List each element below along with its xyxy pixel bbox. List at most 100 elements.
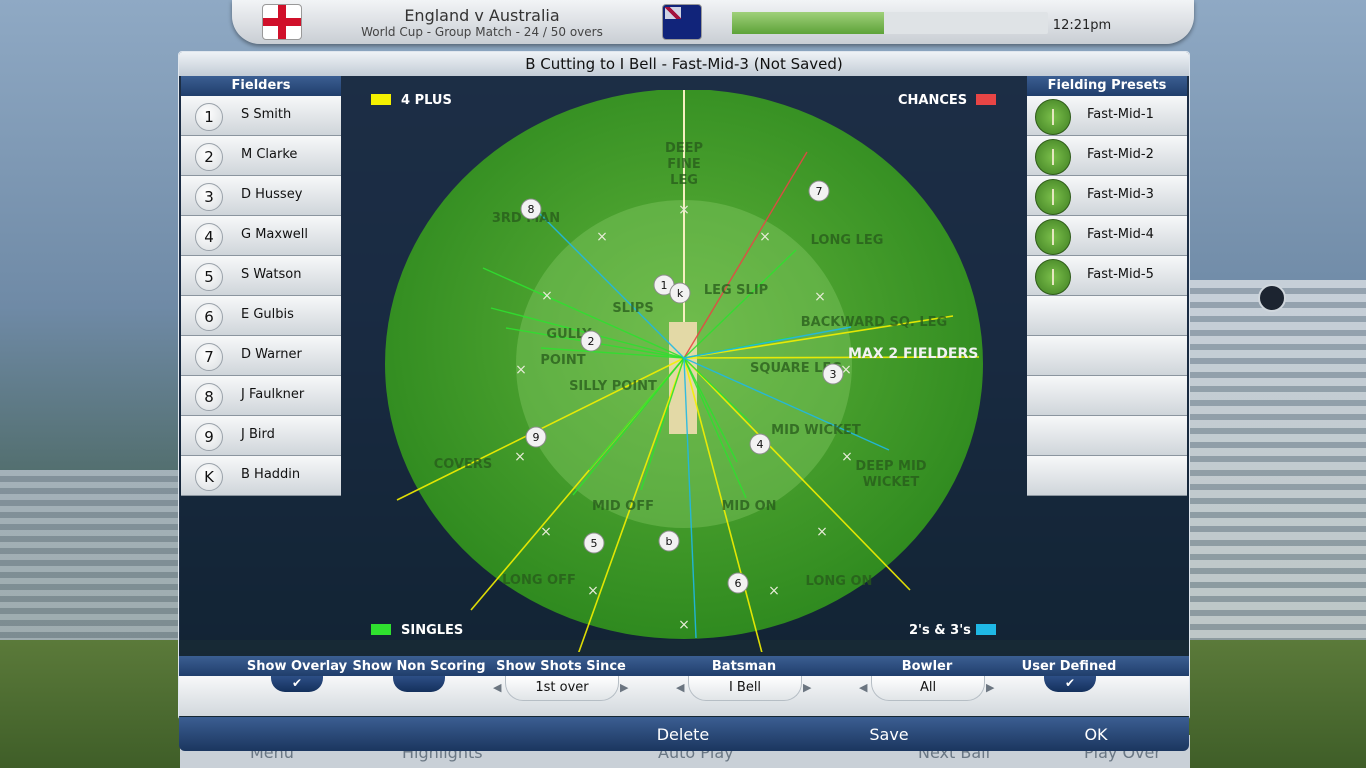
fielder-name: B Haddin	[241, 467, 301, 482]
position-mark: ×	[678, 617, 690, 633]
position-mark: ×	[814, 289, 826, 305]
chevron-right-icon[interactable]: ▶	[803, 681, 811, 694]
field-preset-icon	[1035, 179, 1071, 215]
field-label: MID OFF	[592, 499, 654, 514]
preset-empty-slot[interactable]	[1027, 456, 1187, 496]
fielders-heading: Fielders	[181, 76, 341, 96]
fielder-name: E Gulbis	[241, 307, 294, 322]
fielder-marker[interactable]: 2	[580, 330, 602, 352]
position-mark: ×	[678, 202, 690, 218]
preset-row[interactable]: Fast-Mid-1	[1027, 96, 1187, 136]
batsman-label: Batsman	[711, 659, 777, 674]
stadium-stand-right	[1190, 280, 1366, 640]
preset-empty-slot[interactable]	[1027, 416, 1187, 456]
fielder-marker[interactable]: 7	[808, 180, 830, 202]
fielder-number: 3	[195, 183, 223, 211]
field-label: LEG	[670, 173, 698, 188]
fielder-row[interactable]: 3 D Hussey	[181, 176, 341, 216]
fielder-marker-label: b	[666, 535, 673, 548]
fielder-row[interactable]: K B Haddin	[181, 456, 341, 496]
user-defined-toggle[interactable]: ✔	[1044, 676, 1096, 692]
show-non-scoring-toggle[interactable]	[393, 676, 445, 692]
position-mark: ×	[759, 229, 771, 245]
field-label: COVERS	[434, 457, 493, 472]
fielder-row[interactable]: 7 D Warner	[181, 336, 341, 376]
preset-name: Fast-Mid-1	[1087, 107, 1154, 122]
field-label: DEEP	[665, 141, 703, 156]
field-label: DEEP MID	[855, 459, 926, 474]
preset-row[interactable]: Fast-Mid-5	[1027, 256, 1187, 296]
preset-row[interactable]: Fast-Mid-3	[1027, 176, 1187, 216]
fielder-marker[interactable]: 4	[749, 433, 771, 455]
field-label: LONG ON	[806, 574, 873, 589]
fielder-marker-label: 6	[735, 577, 742, 590]
field-setting-dialog: B Cutting to I Bell - Fast-Mid-3 (Not Sa…	[178, 51, 1190, 751]
fielder-number: 6	[195, 303, 223, 331]
field-label: MID WICKET	[771, 423, 861, 438]
preset-row[interactable]: Fast-Mid-4	[1027, 216, 1187, 256]
fielder-name: D Warner	[241, 347, 302, 362]
fielder-row[interactable]: 8 J Faulkner	[181, 376, 341, 416]
stadium-clock-icon	[1258, 284, 1286, 312]
preset-name: Fast-Mid-3	[1087, 187, 1154, 202]
max-fielders-label: MAX 2 FIELDERS	[848, 346, 978, 362]
fielder-name: J Bird	[241, 427, 275, 442]
chevron-left-icon[interactable]: ◀	[493, 681, 501, 694]
chevron-right-icon[interactable]: ▶	[986, 681, 994, 694]
chevron-right-icon[interactable]: ▶	[620, 681, 628, 694]
fielder-row[interactable]: 6 E Gulbis	[181, 296, 341, 336]
cricket-field[interactable]: DEEPFINELEG3RD MANLONG LEGLEG SLIPSLIPSG…	[341, 90, 1027, 652]
fielder-row[interactable]: 1 S Smith	[181, 96, 341, 136]
fielder-row[interactable]: 5 S Watson	[181, 256, 341, 296]
field-preset-icon	[1035, 219, 1071, 255]
match-clock: 12:21pm	[1052, 18, 1112, 33]
preset-name: Fast-Mid-4	[1087, 227, 1154, 242]
fielder-marker-label: 7	[816, 185, 823, 198]
fielder-marker[interactable]: b	[658, 530, 680, 552]
delete-button[interactable]: Delete	[623, 725, 743, 744]
bowler-label: Bowler	[901, 659, 953, 674]
controls-header: Show Overlay Show Non Scoring Show Shots…	[179, 656, 1189, 676]
field-label: LEG SLIP	[704, 283, 768, 298]
bowler-selector[interactable]: ◀ All ▶	[859, 676, 995, 701]
chevron-left-icon[interactable]: ◀	[676, 681, 684, 694]
dialog-title: B Cutting to I Bell - Fast-Mid-3 (Not Sa…	[179, 52, 1189, 76]
fielder-marker[interactable]: 8	[520, 198, 542, 220]
preset-empty-slot[interactable]	[1027, 376, 1187, 416]
fielder-marker[interactable]: 5	[583, 532, 605, 554]
fielder-marker[interactable]: 3	[822, 363, 844, 385]
match-subtitle: World Cup - Group Match - 24 / 50 overs	[361, 25, 603, 39]
fielder-marker[interactable]: 9	[525, 426, 547, 448]
fielder-row[interactable]: 2 M Clarke	[181, 136, 341, 176]
fielder-name: D Hussey	[241, 187, 303, 202]
fielder-marker[interactable]: 6	[727, 572, 749, 594]
fielder-marker-label: 8	[528, 203, 535, 216]
fielder-marker-label: 3	[830, 368, 837, 381]
preset-empty-slot[interactable]	[1027, 296, 1187, 336]
chevron-left-icon[interactable]: ◀	[859, 681, 867, 694]
fielder-row[interactable]: 9 J Bird	[181, 416, 341, 456]
field-label: BACKWARD SQ. LEG	[801, 315, 947, 330]
fielder-number: 8	[195, 383, 223, 411]
preset-empty-slot[interactable]	[1027, 336, 1187, 376]
shots-since-selector[interactable]: ◀ 1st over ▶	[493, 676, 629, 701]
fielder-row[interactable]: 4 G Maxwell	[181, 216, 341, 256]
position-mark: ×	[540, 524, 552, 540]
position-mark: ×	[587, 583, 599, 599]
field-label: SLIPS	[612, 301, 653, 316]
show-overlay-toggle[interactable]: ✔	[271, 676, 323, 692]
field-preset-icon	[1035, 259, 1071, 295]
show-overlay-label: Show Overlay	[246, 659, 348, 674]
england-flag-icon	[262, 4, 302, 40]
fielder-number: 9	[195, 423, 223, 451]
field-label: FINE	[667, 157, 700, 172]
position-mark: ×	[841, 449, 853, 465]
save-button[interactable]: Save	[829, 725, 949, 744]
fielder-number: 1	[195, 103, 223, 131]
position-mark: ×	[596, 229, 608, 245]
preset-row[interactable]: Fast-Mid-2	[1027, 136, 1187, 176]
position-mark: ×	[515, 362, 527, 378]
ok-button[interactable]: OK	[1036, 725, 1156, 744]
batsman-selector[interactable]: ◀ I Bell ▶	[676, 676, 812, 701]
fielder-marker[interactable]: k	[669, 282, 691, 304]
